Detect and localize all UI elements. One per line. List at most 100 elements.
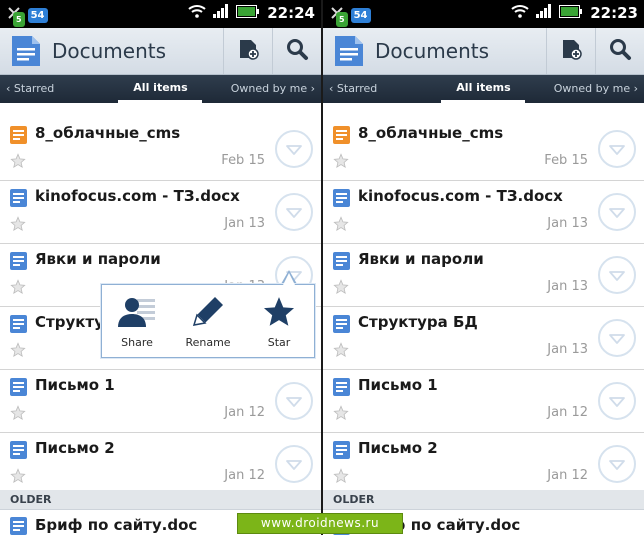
- small-badge: 5: [336, 12, 348, 27]
- document-list: 8_облачные_cms Feb 15 kinofocus.com - ТЗ.d…: [323, 118, 644, 496]
- chevron-down-icon: [609, 455, 625, 474]
- star-icon[interactable]: [10, 153, 26, 173]
- notification-count-badge: 54: [27, 8, 48, 23]
- document-title: Письмо 2: [358, 439, 438, 457]
- list-item[interactable]: 8_облачные_cms Feb 15: [0, 118, 321, 181]
- chevron-down-icon: [609, 266, 625, 285]
- document-date: Jan 12: [224, 405, 265, 420]
- document-date: Feb 15: [221, 153, 265, 168]
- item-menu-button[interactable]: [275, 382, 313, 420]
- pencil-icon: [190, 297, 226, 332]
- search-button[interactable]: [595, 28, 644, 74]
- tab-bar: ‹ Starred All items Owned by me ›: [323, 75, 644, 103]
- star-icon[interactable]: [333, 216, 349, 236]
- item-menu-button[interactable]: [275, 193, 313, 231]
- app-title: Documents: [52, 39, 167, 63]
- star-icon[interactable]: [10, 279, 26, 299]
- item-menu-button[interactable]: [598, 130, 636, 168]
- chevron-down-icon: [609, 140, 625, 159]
- item-menu-button[interactable]: [598, 256, 636, 294]
- item-menu-button[interactable]: [598, 382, 636, 420]
- star-icon[interactable]: [10, 468, 26, 488]
- document-icon: [10, 252, 27, 270]
- tab-owned-by-me[interactable]: Owned by me ›: [554, 82, 638, 95]
- section-header-older: OLDER: [0, 490, 321, 510]
- item-menu-button[interactable]: [598, 445, 636, 483]
- document-icon: [10, 189, 27, 207]
- item-menu-button[interactable]: [275, 445, 313, 483]
- document-icon: [10, 378, 27, 396]
- list-item[interactable]: 8_облачные_cms Feb 15: [323, 118, 644, 181]
- chevron-down-icon: [609, 392, 625, 411]
- list-top-spacer: [0, 103, 321, 119]
- star-icon[interactable]: [333, 279, 349, 299]
- star-icon[interactable]: [333, 468, 349, 488]
- document-date: Jan 12: [547, 405, 588, 420]
- action-bar: Documents: [323, 28, 644, 75]
- chevron-down-icon: [286, 455, 302, 474]
- document-title: kinofocus.com - ТЗ.docx: [35, 187, 240, 205]
- document-icon: [10, 517, 27, 535]
- document-icon: [333, 441, 350, 459]
- share-button[interactable]: Share: [102, 295, 172, 349]
- docs-logo-icon[interactable]: [333, 34, 365, 72]
- list-item[interactable]: Структура БД Jan 13: [323, 307, 644, 370]
- item-menu-button[interactable]: [598, 193, 636, 231]
- tab-owned-by-me[interactable]: Owned by me ›: [231, 82, 315, 95]
- list-item[interactable]: kinofocus.com - ТЗ.docx Jan 13: [323, 181, 644, 244]
- item-menu-button[interactable]: [598, 319, 636, 357]
- document-title: Письмо 2: [35, 439, 115, 457]
- list-item[interactable]: Письмо 2 Jan 12: [323, 433, 644, 496]
- star-icon[interactable]: [10, 405, 26, 425]
- document-date: Jan 12: [224, 468, 265, 483]
- rename-button[interactable]: Rename: [173, 295, 243, 349]
- status-bar: 5 54 22:24: [0, 0, 321, 28]
- presentation-icon: [10, 126, 27, 144]
- list-item[interactable]: Письмо 2 Jan 12: [0, 433, 321, 496]
- star-icon[interactable]: [10, 216, 26, 236]
- list-item[interactable]: Письмо 1 Jan 12: [323, 370, 644, 433]
- upload-icon: [559, 37, 583, 65]
- wifi-icon: [188, 3, 206, 22]
- chevron-down-icon: [286, 203, 302, 222]
- right-screen: 5 54 22:23 Documents ‹ Starred All items Owned…: [323, 0, 644, 535]
- star-icon[interactable]: [10, 342, 26, 362]
- star-icon[interactable]: [333, 153, 349, 173]
- clock: 22:23: [590, 3, 638, 22]
- search-icon: [285, 37, 309, 65]
- document-title: Структура БД: [358, 313, 478, 331]
- search-button[interactable]: [272, 28, 321, 74]
- document-date: Jan 13: [547, 342, 588, 357]
- section-header-older: OLDER: [323, 490, 644, 510]
- popup-arrow-inner: [283, 273, 295, 285]
- document-icon: [333, 252, 350, 270]
- upload-button[interactable]: [546, 28, 595, 74]
- item-menu-button[interactable]: [275, 130, 313, 168]
- star-button[interactable]: Star: [244, 295, 314, 349]
- star-label: Star: [267, 336, 291, 349]
- list-item[interactable]: Письмо 1 Jan 12: [0, 370, 321, 433]
- star-icon[interactable]: [333, 405, 349, 425]
- upload-button[interactable]: [223, 28, 272, 74]
- document-title: 8_облачные_cms: [358, 124, 504, 142]
- star-icon[interactable]: [333, 342, 349, 362]
- app-title: Documents: [375, 39, 490, 63]
- list-item[interactable]: Явки и пароли Jan 13: [323, 244, 644, 307]
- document-icon: [333, 378, 350, 396]
- document-title: Явки и пароли: [35, 250, 161, 268]
- chevron-down-icon: [609, 203, 625, 222]
- document-date: Jan 12: [547, 468, 588, 483]
- document-title: Письмо 1: [35, 376, 115, 394]
- list-item[interactable]: kinofocus.com - ТЗ.docx Jan 13: [0, 181, 321, 244]
- clock: 22:24: [267, 3, 315, 22]
- wifi-icon: [511, 3, 529, 22]
- document-title: Явки и пароли: [358, 250, 484, 268]
- chevron-down-icon: [609, 329, 625, 348]
- document-date: Jan 13: [547, 279, 588, 294]
- left-screen: 5 54 22:24 Documents ‹ Starred All items Owned…: [0, 0, 321, 535]
- upload-icon: [236, 37, 260, 65]
- action-bar: Documents: [0, 28, 321, 75]
- docs-logo-icon[interactable]: [10, 34, 42, 72]
- battery-icon: [236, 3, 260, 22]
- battery-icon: [559, 3, 583, 22]
